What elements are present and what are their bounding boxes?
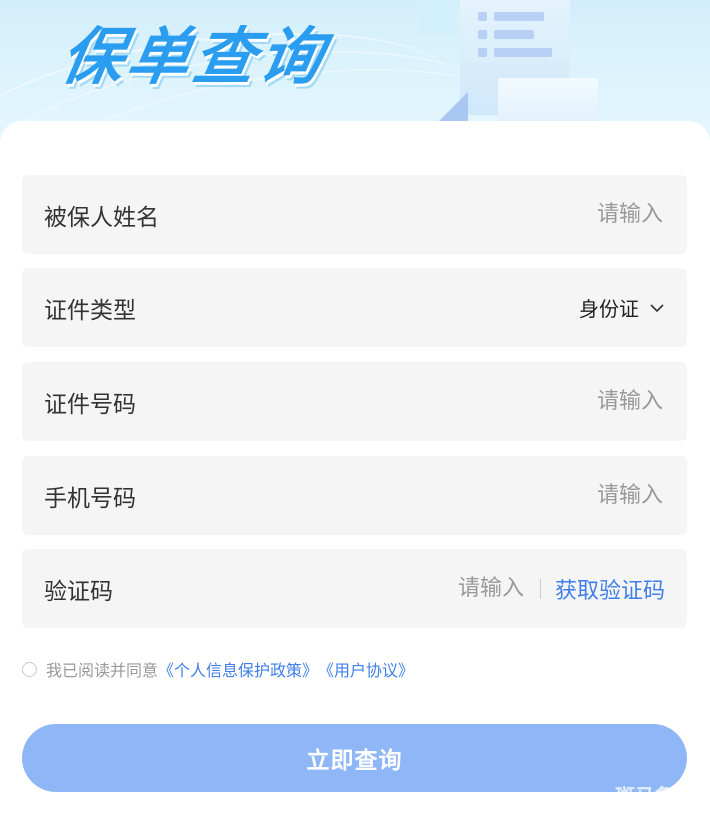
phone-label: 手机号码 — [44, 485, 136, 512]
id-number-input[interactable] — [421, 388, 665, 415]
privacy-policy-link[interactable]: 《个人信息保护政策》 — [158, 657, 318, 681]
id-type-selected-value: 身份证 — [579, 297, 639, 321]
verify-code-field: 验证码 获取验证码 — [22, 549, 687, 628]
get-code-button[interactable]: 获取验证码 — [555, 573, 665, 605]
verify-code-label: 验证码 — [44, 578, 113, 605]
phone-input[interactable] — [421, 482, 665, 509]
id-number-field: 证件号码 — [22, 362, 687, 441]
header-banner: 保单查询 — [0, 0, 710, 140]
id-type-label: 证件类型 — [44, 297, 136, 324]
phone-field: 手机号码 — [22, 456, 687, 535]
agreement-row: 我已阅读并同意 《个人信息保护政策》 《用户协议》 — [22, 657, 414, 681]
agreement-checkbox[interactable] — [22, 661, 37, 677]
insured-name-field: 被保人姓名 — [22, 175, 687, 254]
agreement-text: 我已阅读并同意 — [46, 661, 159, 680]
user-agreement-link[interactable]: 《用户协议》 — [318, 657, 414, 681]
id-type-field[interactable]: 证件类型 身份证 — [22, 268, 687, 347]
insured-name-label: 被保人姓名 — [44, 204, 159, 231]
page-title: 保单查询 — [55, 20, 333, 93]
id-number-label: 证件号码 — [44, 391, 136, 418]
watermark-logo: 斑马鲁 — [615, 784, 675, 808]
verify-code-controls: 获取验证码 — [401, 573, 665, 605]
chevron-down-icon — [650, 303, 664, 312]
document-illustration-icon — [420, 0, 620, 130]
divider — [539, 578, 541, 599]
verify-code-input[interactable] — [401, 575, 526, 602]
id-type-select[interactable]: 身份证 — [579, 293, 665, 322]
query-submit-button[interactable]: 立即查询 — [22, 724, 687, 792]
insured-name-input[interactable] — [421, 201, 665, 228]
